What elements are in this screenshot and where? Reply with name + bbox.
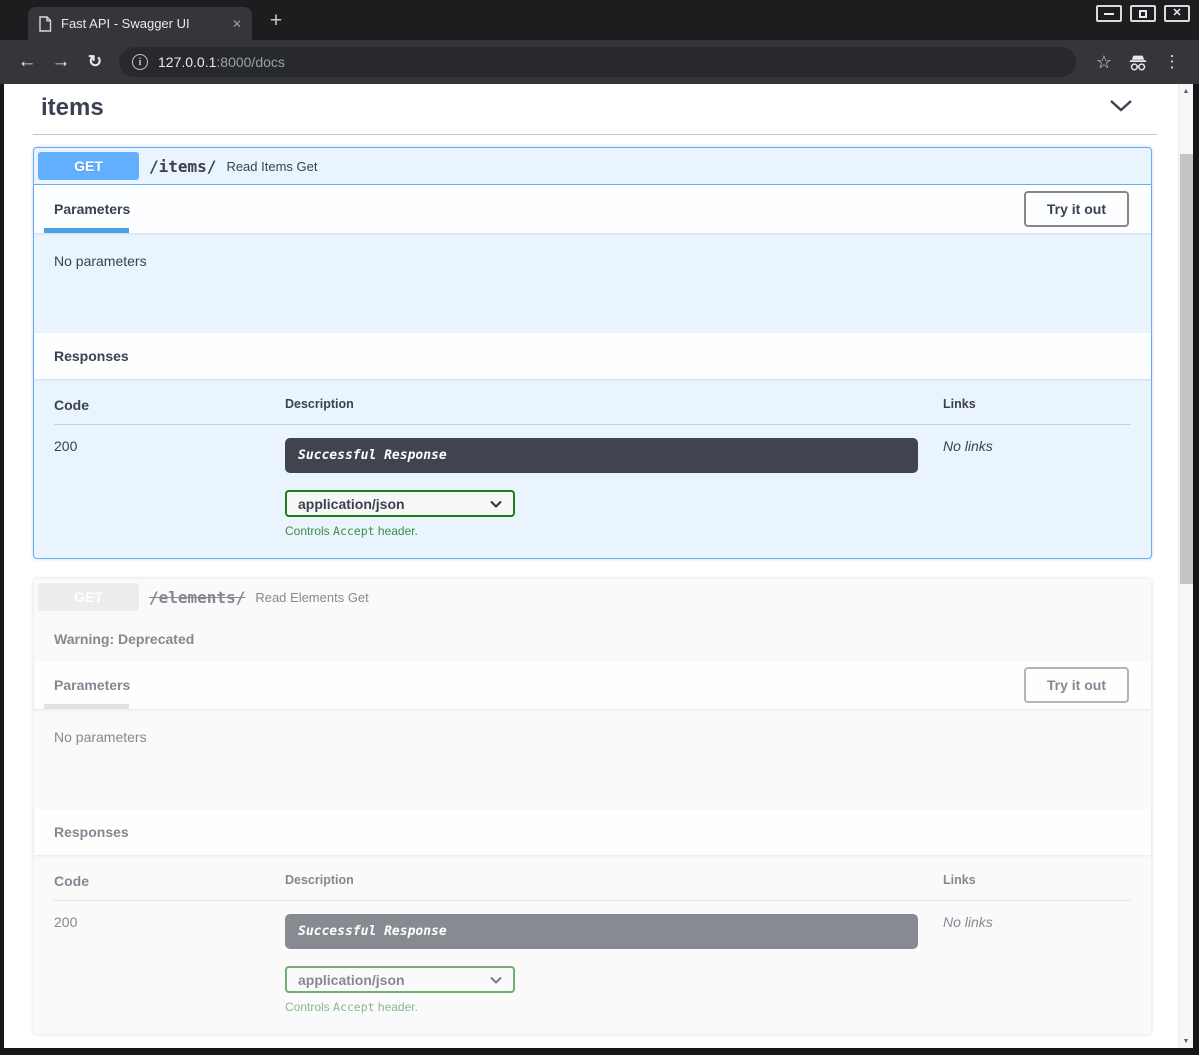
page-icon	[38, 16, 52, 32]
close-button[interactable]: ✕	[1164, 5, 1190, 22]
response-code: 200	[54, 914, 285, 1014]
select-chevron-icon	[490, 976, 502, 984]
tag-title: items	[41, 94, 104, 122]
site-info-icon[interactable]: i	[132, 54, 148, 70]
response-description-box: Successful Response	[285, 914, 918, 949]
response-code: 200	[54, 438, 285, 538]
tab-strip: Fast API - Swagger UI ✕ + ✕	[0, 0, 1199, 40]
try-it-out-button[interactable]: Try it out	[1024, 667, 1129, 703]
scrollbar-thumb[interactable]	[1180, 154, 1193, 584]
method-badge: GET	[38, 583, 139, 611]
window-controls: ✕	[1096, 5, 1190, 22]
incognito-icon	[1124, 48, 1152, 76]
operation-block-elements-deprecated: GET /elements/ Read Elements Get Warning…	[33, 578, 1152, 1035]
operation-path: /elements/	[149, 588, 245, 607]
accept-header-note: Controls Accept header.	[285, 1000, 943, 1014]
parameters-body: No parameters	[34, 709, 1151, 809]
media-type-select[interactable]: application/json	[285, 490, 515, 517]
responses-table-head: Code Description Links	[54, 397, 1131, 425]
tab-title: Fast API - Swagger UI	[61, 16, 223, 31]
response-row: 200 Successful Response application/json…	[54, 901, 1131, 1014]
response-description-box: Successful Response	[285, 438, 918, 473]
operation-summary[interactable]: GET /elements/ Read Elements Get	[34, 579, 1151, 615]
accept-note-pre: Controls	[285, 524, 333, 538]
accept-note-post: header.	[375, 524, 418, 538]
accept-note-pre: Controls	[285, 1000, 333, 1014]
scroll-down-icon[interactable]: ▼	[1179, 1034, 1193, 1048]
scroll-up-icon[interactable]: ▲	[1179, 84, 1193, 98]
response-description-cell: Successful Response application/json Con…	[285, 438, 943, 538]
no-parameters-text: No parameters	[54, 253, 147, 269]
operation-block-items: GET /items/ Read Items Get Parameters Tr…	[33, 147, 1152, 559]
responses-title: Responses	[54, 348, 129, 364]
maximize-button[interactable]	[1130, 5, 1156, 22]
responses-header: Responses	[34, 333, 1151, 379]
new-tab-button[interactable]: +	[264, 9, 288, 33]
response-description-cell: Successful Response application/json Con…	[285, 914, 943, 1014]
response-description-text: Successful Response	[298, 448, 447, 463]
response-description-text: Successful Response	[298, 924, 447, 939]
column-header-links: Links	[943, 397, 1131, 413]
column-header-links: Links	[943, 873, 1131, 889]
tab-parameters[interactable]: Parameters	[54, 201, 130, 217]
accept-note-post: header.	[375, 1000, 418, 1014]
collapse-chevron-icon[interactable]	[1109, 99, 1133, 117]
tab-close-icon[interactable]: ✕	[232, 17, 242, 31]
operation-path: /items/	[149, 157, 216, 176]
maximize-icon	[1139, 10, 1147, 18]
tag-section-header[interactable]: items	[33, 90, 1157, 135]
page-scrollbar[interactable]: ▲ ▼	[1178, 84, 1193, 1048]
parameters-body: No parameters	[34, 233, 1151, 333]
column-header-code: Code	[54, 873, 285, 889]
responses-header: Responses	[34, 809, 1151, 855]
address-bar[interactable]: i 127.0.0.1:8000/docs	[119, 47, 1076, 77]
accept-note-code: Accept	[333, 1000, 375, 1014]
accept-header-note: Controls Accept header.	[285, 524, 943, 538]
operation-summary[interactable]: GET /items/ Read Items Get	[34, 148, 1151, 185]
try-it-out-button[interactable]: Try it out	[1024, 191, 1129, 227]
media-type-value: application/json	[298, 972, 405, 988]
responses-table: Code Description Links 200 Successful Re…	[34, 379, 1151, 558]
column-header-code: Code	[54, 397, 285, 413]
deprecated-warning: Warning: Deprecated	[34, 615, 1151, 661]
responses-table: Code Description Links 200 Successful Re…	[34, 855, 1151, 1034]
swagger-ui: items GET /items/ Read Items Get Paramet…	[4, 84, 1193, 1035]
active-tab-indicator	[44, 704, 129, 709]
tab-parameters[interactable]: Parameters	[54, 677, 130, 693]
forward-icon[interactable]: →	[47, 48, 75, 76]
no-parameters-text: No parameters	[54, 729, 147, 745]
close-icon: ✕	[1172, 8, 1181, 19]
response-links: No links	[943, 438, 1131, 538]
active-tab-indicator	[44, 228, 129, 233]
response-links: No links	[943, 914, 1131, 1014]
method-badge: GET	[38, 152, 139, 180]
page-viewport: items GET /items/ Read Items Get Paramet…	[4, 84, 1193, 1048]
select-chevron-icon	[490, 500, 502, 508]
responses-table-head: Code Description Links	[54, 873, 1131, 901]
media-type-value: application/json	[298, 496, 405, 512]
url-host: 127.0.0.1	[158, 54, 216, 70]
operation-summary-text: Read Items Get	[226, 159, 317, 174]
column-header-description: Description	[285, 397, 943, 413]
column-header-description: Description	[285, 873, 943, 889]
reload-icon[interactable]: ↻	[81, 48, 109, 76]
back-icon[interactable]: ←	[13, 48, 41, 76]
operation-summary-text: Read Elements Get	[255, 590, 368, 605]
browser-window: Fast API - Swagger UI ✕ + ✕ ← → ↻ i 127.…	[0, 0, 1199, 1055]
browser-tab[interactable]: Fast API - Swagger UI ✕	[28, 7, 252, 40]
bookmark-star-icon[interactable]: ☆	[1090, 48, 1118, 76]
minimize-icon	[1104, 13, 1114, 15]
browser-menu-icon[interactable]: ⋮	[1158, 48, 1186, 76]
url-path: :8000/docs	[216, 54, 285, 70]
response-row: 200 Successful Response application/json…	[54, 425, 1131, 538]
browser-toolbar: ← → ↻ i 127.0.0.1:8000/docs ☆ ⋮	[0, 40, 1199, 84]
responses-title: Responses	[54, 824, 129, 840]
parameters-header: Parameters Try it out	[34, 185, 1151, 233]
minimize-button[interactable]	[1096, 5, 1122, 22]
accept-note-code: Accept	[333, 524, 375, 538]
url-text: 127.0.0.1:8000/docs	[158, 54, 285, 70]
parameters-header: Parameters Try it out	[34, 661, 1151, 709]
media-type-select[interactable]: application/json	[285, 966, 515, 993]
